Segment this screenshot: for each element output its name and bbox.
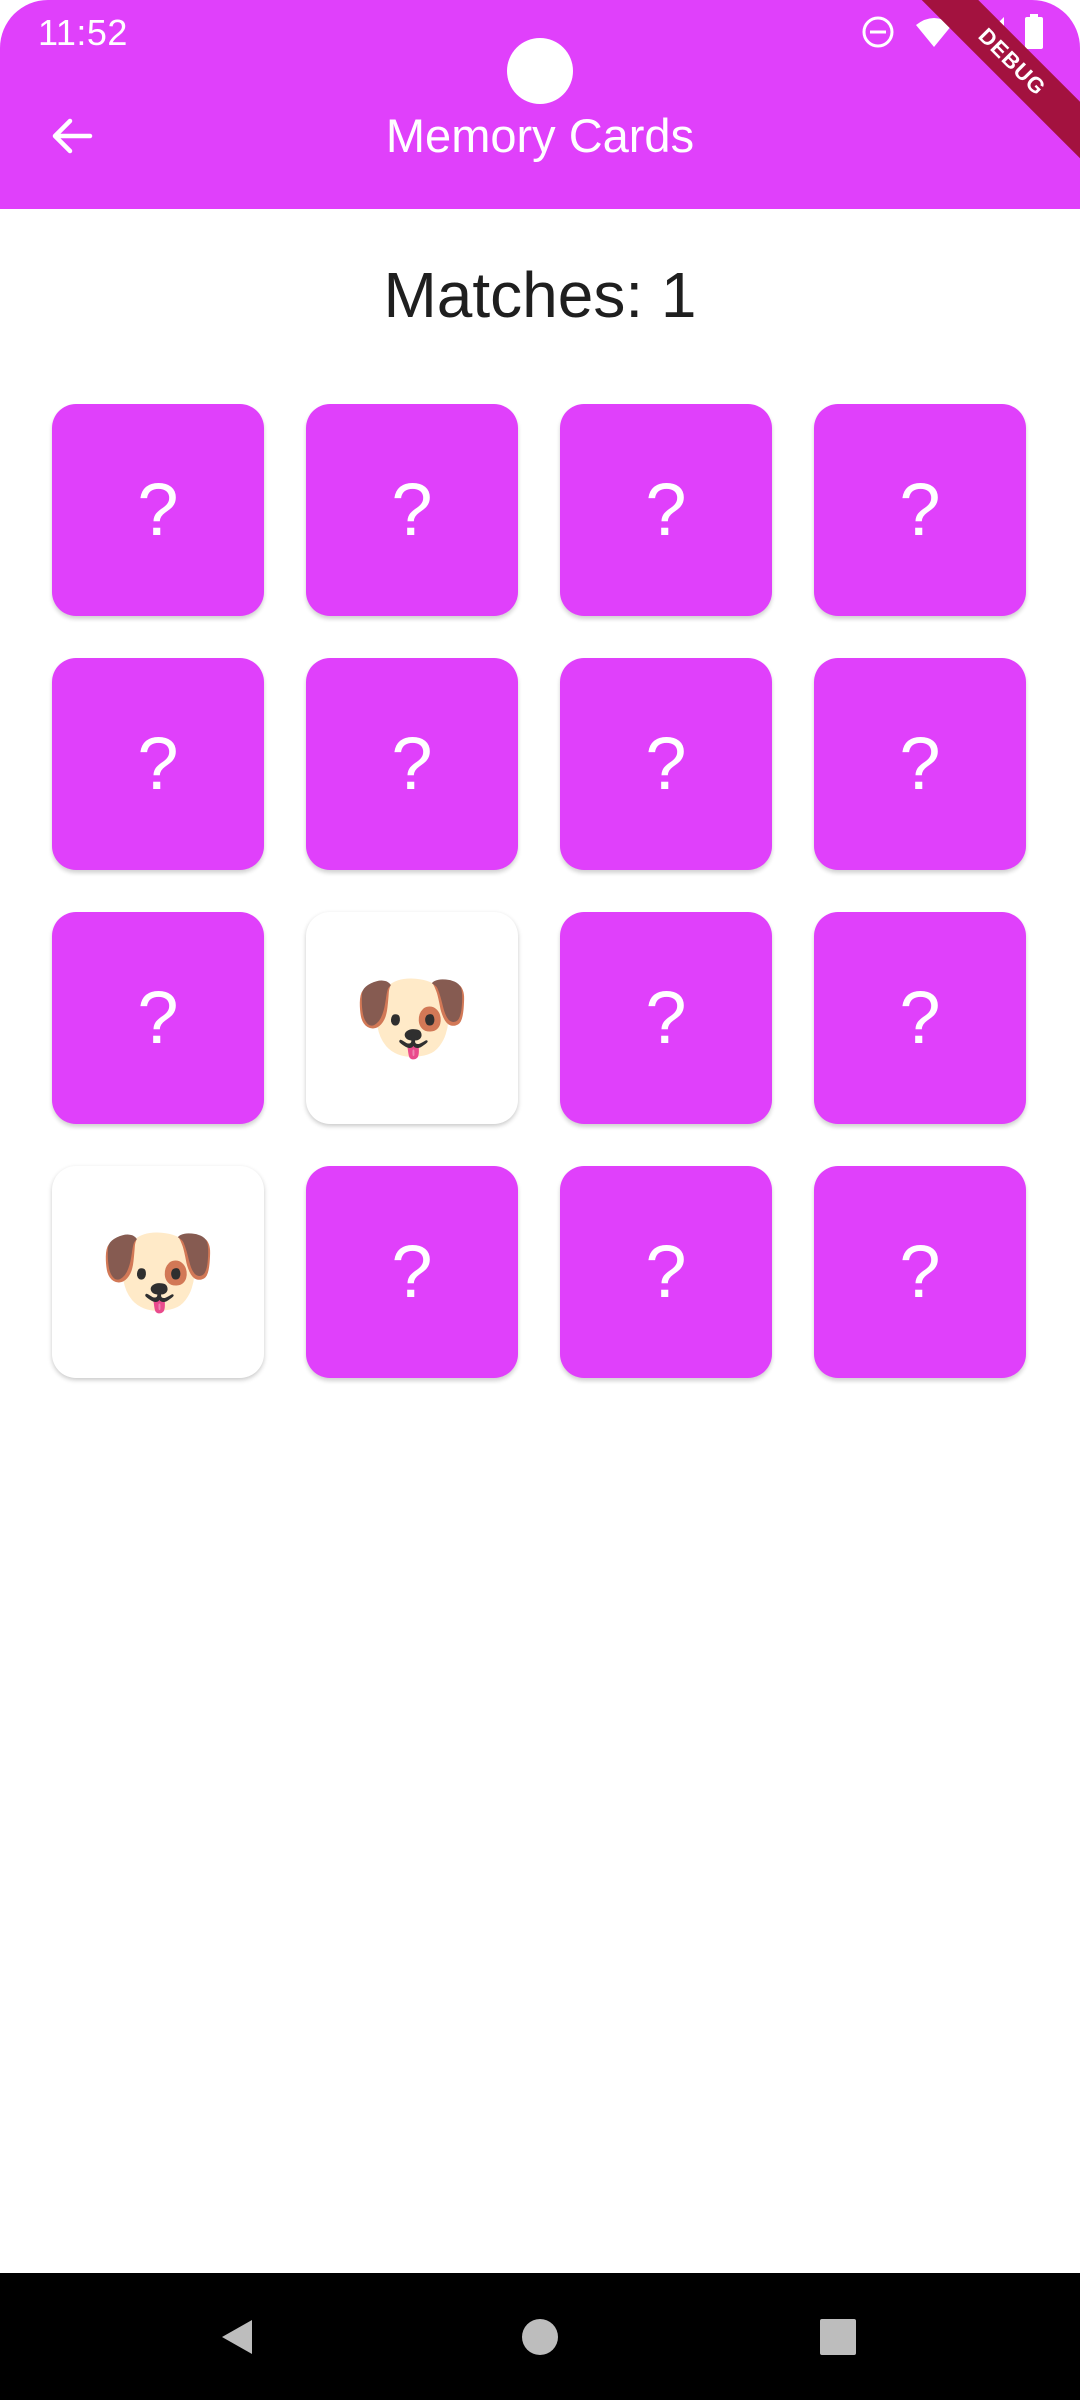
card-grid: ????????? 🐶?? 🐶???: [52, 404, 1026, 1378]
memory-card[interactable]: ?: [560, 404, 772, 616]
nav-home-button[interactable]: [480, 2273, 600, 2400]
question-mark: ?: [137, 722, 179, 805]
memory-card[interactable]: ?: [560, 1166, 772, 1378]
camera-cutout: [507, 38, 573, 104]
do-not-disturb-icon: [862, 16, 894, 48]
memory-card[interactable]: ?: [814, 658, 1026, 870]
question-mark: ?: [391, 722, 433, 805]
matches-counter: Matches: 1: [383, 259, 697, 331]
memory-card[interactable]: ?: [814, 912, 1026, 1124]
memory-card[interactable]: ?: [306, 658, 518, 870]
question-mark: ?: [137, 976, 179, 1059]
memory-card[interactable]: ?: [306, 404, 518, 616]
memory-card[interactable]: ?: [52, 912, 264, 1124]
shiba-dog-face-icon: 🐶: [352, 964, 472, 1071]
memory-card-revealed[interactable]: 🐶: [52, 1166, 264, 1378]
question-mark: ?: [899, 976, 941, 1059]
memory-card[interactable]: ?: [814, 1166, 1026, 1378]
question-mark: ?: [899, 722, 941, 805]
question-mark: ?: [899, 1230, 941, 1313]
home-circle-icon: [522, 2318, 558, 2355]
battery-icon: [1025, 14, 1043, 49]
memory-card[interactable]: ?: [52, 404, 264, 616]
question-mark: ?: [137, 468, 179, 551]
question-mark: ?: [391, 1230, 433, 1313]
memory-card[interactable]: ?: [560, 912, 772, 1124]
memory-card[interactable]: ?: [52, 658, 264, 870]
memory-card[interactable]: ?: [814, 404, 1026, 616]
memory-card-revealed[interactable]: 🐶: [306, 912, 518, 1124]
status-time: 11:52: [38, 12, 128, 53]
question-mark: ?: [645, 1230, 687, 1313]
memory-card[interactable]: ?: [560, 658, 772, 870]
app-bar: 11:52 DEBUG Memory Cards: [0, 0, 1080, 209]
memory-card[interactable]: ?: [306, 1166, 518, 1378]
shiba-dog-face-icon: 🐶: [98, 1218, 218, 1325]
navigation-bar: [0, 2273, 1080, 2400]
screen: 11:52 DEBUG Memory Cards Matches: 1 ? ? …: [0, 0, 1080, 2400]
nav-recents-button[interactable]: [778, 2273, 898, 2400]
question-mark: ?: [645, 976, 687, 1059]
question-mark: ?: [899, 468, 941, 551]
back-triangle-icon: [222, 2319, 252, 2354]
question-mark: ?: [391, 468, 433, 551]
nav-back-button[interactable]: [177, 2273, 297, 2400]
question-mark: ?: [645, 722, 687, 805]
app-title: Memory Cards: [385, 109, 695, 162]
question-mark: ?: [645, 468, 687, 551]
recents-square-icon: [820, 2318, 856, 2355]
